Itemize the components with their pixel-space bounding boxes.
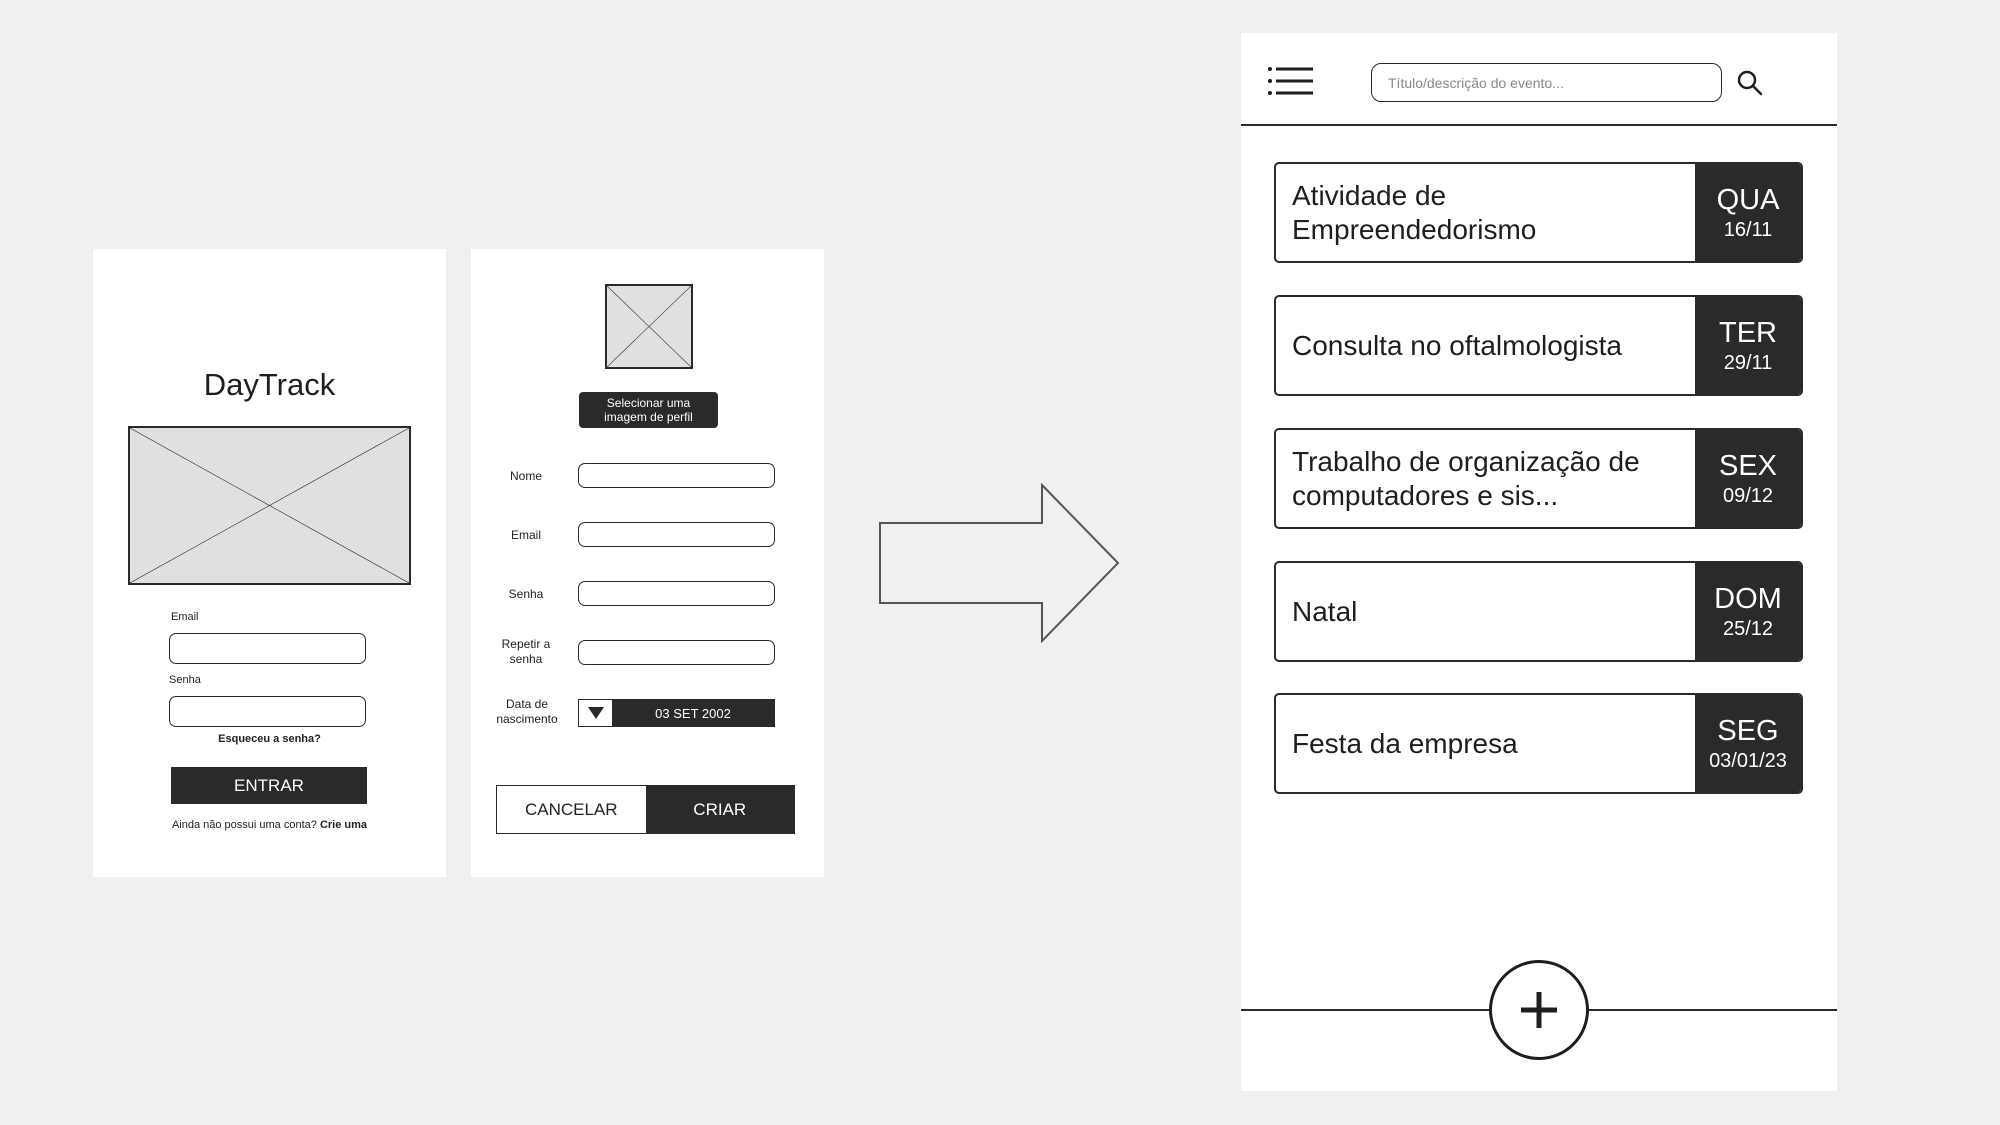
event-title: Atividade de Empreendedorismo (1292, 179, 1537, 245)
event-date: 03/01/23 (1709, 749, 1787, 772)
event-title: Trabalho de organização de computadores … (1292, 445, 1640, 511)
event-title: Consulta no oftalmologista (1292, 329, 1622, 361)
password-label: Senha (508, 587, 544, 601)
signup-link[interactable]: Crie uma (320, 819, 367, 831)
repeat-password-field[interactable] (578, 640, 775, 665)
email-field[interactable] (578, 522, 775, 547)
event-date-badge: DOM 25/12 (1695, 563, 1801, 660)
enter-button[interactable]: ENTRAR (171, 767, 367, 804)
event-card[interactable]: Festa da empresa SEG 03/01/23 (1274, 693, 1803, 794)
signup-prompt: Ainda não possui uma conta? Crie uma (93, 819, 446, 831)
email-field[interactable] (169, 633, 366, 664)
event-card[interactable]: Consulta no oftalmologista TER 29/11 (1274, 295, 1803, 396)
right-arrow-icon (879, 483, 1120, 643)
select-profile-image-button[interactable]: Selecionar uma imagem de perfil (579, 392, 718, 428)
event-card[interactable]: Atividade de Empreendedorismo QUA 16/11 (1274, 162, 1803, 263)
event-date: 25/12 (1722, 617, 1774, 640)
events-screen: Atividade de Empreendedorismo QUA 16/11 … (1241, 33, 1837, 1091)
event-date-badge: QUA 16/11 (1695, 164, 1801, 261)
search-input[interactable] (1371, 63, 1722, 102)
login-screen: DayTrack Email Senha Esqueceu a senha? E… (93, 249, 446, 877)
event-card[interactable]: Natal DOM 25/12 (1274, 561, 1803, 662)
create-button[interactable]: CRIAR (645, 786, 794, 833)
event-weekday: SEG (1717, 714, 1779, 747)
event-title: Natal (1292, 595, 1358, 627)
event-weekday: TER (1719, 316, 1777, 349)
name-field[interactable] (578, 463, 775, 488)
forgot-password-link[interactable]: Esqueceu a senha? (93, 733, 446, 745)
password-field[interactable] (169, 696, 366, 727)
event-date-badge: SEG 03/01/23 (1695, 695, 1801, 792)
event-date-badge: SEX 09/12 (1695, 430, 1801, 527)
hero-image-placeholder (128, 426, 411, 585)
search-icon[interactable] (1736, 69, 1764, 97)
dropdown-arrow-icon[interactable] (579, 700, 612, 726)
signup-prompt-text: Ainda não possui uma conta? (171, 819, 317, 831)
top-bar (1241, 33, 1837, 126)
email-label: Email (510, 528, 541, 542)
cancel-button[interactable]: CANCELAR (497, 786, 646, 833)
password-field[interactable] (578, 581, 775, 606)
event-title: Festa da empresa (1292, 727, 1518, 759)
birthdate-value[interactable]: 03 SET 2002 (612, 700, 774, 726)
email-label: Email (171, 611, 199, 623)
password-label: Senha (169, 674, 201, 686)
event-weekday: QUA (1716, 183, 1780, 216)
event-date: 29/11 (1723, 351, 1773, 374)
birthdate-label: Data de nascimento (496, 697, 558, 726)
event-date: 09/12 (1722, 484, 1774, 507)
add-event-button[interactable] (1489, 960, 1589, 1060)
event-weekday: SEX (1718, 449, 1778, 482)
profile-image-placeholder (605, 284, 693, 369)
event-card[interactable]: Trabalho de organização de computadores … (1274, 428, 1803, 529)
app-title: DayTrack (203, 367, 336, 402)
event-date-badge: TER 29/11 (1695, 297, 1801, 394)
register-screen: Selecionar uma imagem de perfil Nome Ema… (471, 249, 824, 877)
birthdate-picker[interactable]: 03 SET 2002 (578, 699, 775, 727)
repeat-password-label: Repetir a senha (501, 637, 551, 666)
menu-icon[interactable] (1268, 66, 1313, 96)
event-date: 16/11 (1723, 218, 1773, 241)
name-label: Nome (509, 469, 542, 483)
event-weekday: DOM (1714, 582, 1782, 615)
plus-icon (1521, 992, 1557, 1028)
form-actions: CANCELAR CRIAR (496, 785, 795, 834)
